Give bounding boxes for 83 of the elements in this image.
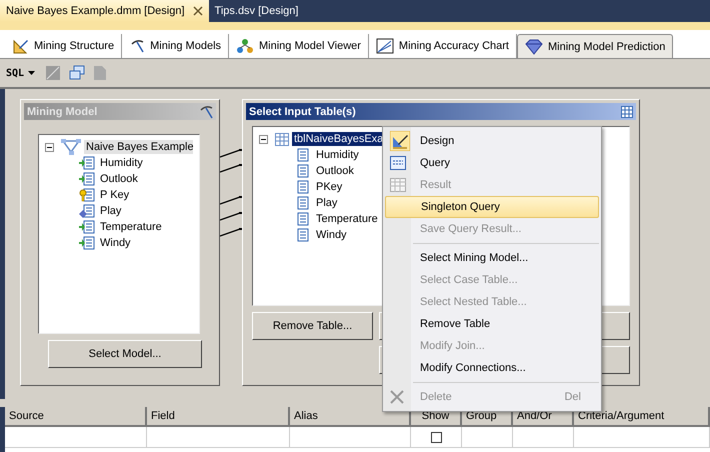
remove-table-button[interactable]: Remove Table...: [252, 312, 373, 340]
pickaxe-icon: [129, 38, 146, 54]
model-icon: [61, 139, 81, 155]
menu-item-label: Select Nested Table...: [420, 296, 527, 308]
grid-cell[interactable]: [147, 427, 290, 448]
menu-item-label: Delete: [420, 391, 452, 403]
column-icon: [295, 212, 311, 226]
document-tab[interactable]: Naive Bayes Example.dmm [Design]: [0, 0, 209, 22]
model-name[interactable]: Naive Bayes Example: [84, 140, 193, 154]
column-icon: [295, 180, 311, 194]
menu-item-label: Modify Join...: [420, 340, 485, 352]
design-icon: [390, 131, 410, 151]
show-checkbox[interactable]: [430, 432, 442, 442]
column-name[interactable]: Outlook: [98, 172, 140, 186]
shortcut-label: Del: [564, 391, 581, 403]
panel-title: Mining Model: [27, 106, 98, 118]
document-icon[interactable]: [93, 65, 108, 81]
column-name[interactable]: Windy: [98, 236, 133, 250]
column-header[interactable]: Source: [5, 407, 147, 427]
grid-icon: [390, 178, 406, 192]
collapse-icon[interactable]: [259, 134, 268, 144]
input-column-icon: [79, 236, 95, 250]
grid-cell[interactable]: [462, 427, 513, 448]
column-name[interactable]: Humidity: [314, 148, 361, 162]
table-icon: [621, 106, 633, 118]
column-header[interactable]: Field: [147, 407, 290, 427]
document-tab[interactable]: Tips.dsv [Design]: [208, 0, 304, 22]
menu-item[interactable]: Modify Connections...: [385, 357, 599, 379]
select-model-button[interactable]: Select Model...: [48, 340, 202, 368]
grid-icon[interactable]: [45, 65, 62, 81]
column-name[interactable]: Temperature: [314, 212, 380, 226]
chart-icon: [376, 38, 394, 54]
menu-item[interactable]: Select Mining Model...: [385, 247, 599, 269]
column-name[interactable]: P Key: [98, 188, 132, 202]
grid-cell[interactable]: [513, 427, 574, 448]
query-icon: [390, 156, 406, 170]
column-icon: [295, 228, 311, 242]
column-name[interactable]: Play: [98, 204, 124, 218]
input-column-icon: [79, 156, 95, 170]
panel-title: Select Input Table(s): [249, 106, 356, 118]
ruler-icon: [13, 38, 29, 54]
pickaxe-icon: [199, 104, 213, 118]
column-icon: [295, 148, 311, 162]
menu-item-label: Singleton Query: [421, 201, 500, 213]
menu-item-label: Select Case Table...: [420, 274, 518, 286]
grid-cell[interactable]: [5, 427, 147, 448]
column-header[interactable]: Alias: [290, 407, 411, 427]
input-column-icon: [79, 172, 95, 186]
column-icon: [295, 164, 311, 178]
menu-item-label: Select Mining Model...: [420, 252, 528, 264]
key-column-icon: [79, 188, 95, 202]
grid-cell[interactable]: [290, 427, 411, 448]
column-name[interactable]: PKey: [314, 180, 344, 194]
menu-item[interactable]: Query: [385, 152, 599, 174]
menu-item-label: Query: [420, 157, 450, 169]
menu-item[interactable]: Remove Table: [385, 313, 599, 335]
grid-cell[interactable]: [574, 427, 710, 448]
column-name[interactable]: Humidity: [98, 156, 145, 170]
menu-item-label: Remove Table: [420, 318, 490, 330]
tables-icon[interactable]: [69, 65, 86, 81]
column-icon: [295, 196, 311, 210]
delete-icon: [390, 390, 404, 404]
nodes-icon: [236, 38, 254, 54]
designer-tab[interactable]: Mining Model Prediction: [516, 34, 674, 58]
diamond-icon: [524, 38, 543, 54]
close-icon[interactable]: [192, 6, 203, 16]
column-name[interactable]: Outlook: [314, 164, 356, 178]
column-name[interactable]: Temperature: [98, 220, 164, 234]
caret-icon[interactable]: [28, 71, 36, 75]
table-icon: [275, 132, 289, 146]
sql-button[interactable]: SQL: [4, 68, 38, 78]
column-name[interactable]: Windy: [314, 228, 349, 242]
predict-column-icon: [79, 204, 95, 218]
input-column-icon: [79, 220, 95, 234]
collapse-icon[interactable]: [45, 142, 54, 152]
menu-item-label: Result: [420, 179, 452, 191]
menu-item[interactable]: Singleton Query: [385, 196, 599, 218]
column-header[interactable]: Criteria/Argument: [574, 407, 710, 427]
menu-item-label: Modify Connections...: [420, 362, 526, 374]
menu-item-label: Save Query Result...: [420, 223, 522, 235]
menu-item-label: Design: [420, 135, 454, 147]
column-name[interactable]: Play: [314, 196, 340, 210]
menu-item[interactable]: Design: [385, 130, 599, 152]
